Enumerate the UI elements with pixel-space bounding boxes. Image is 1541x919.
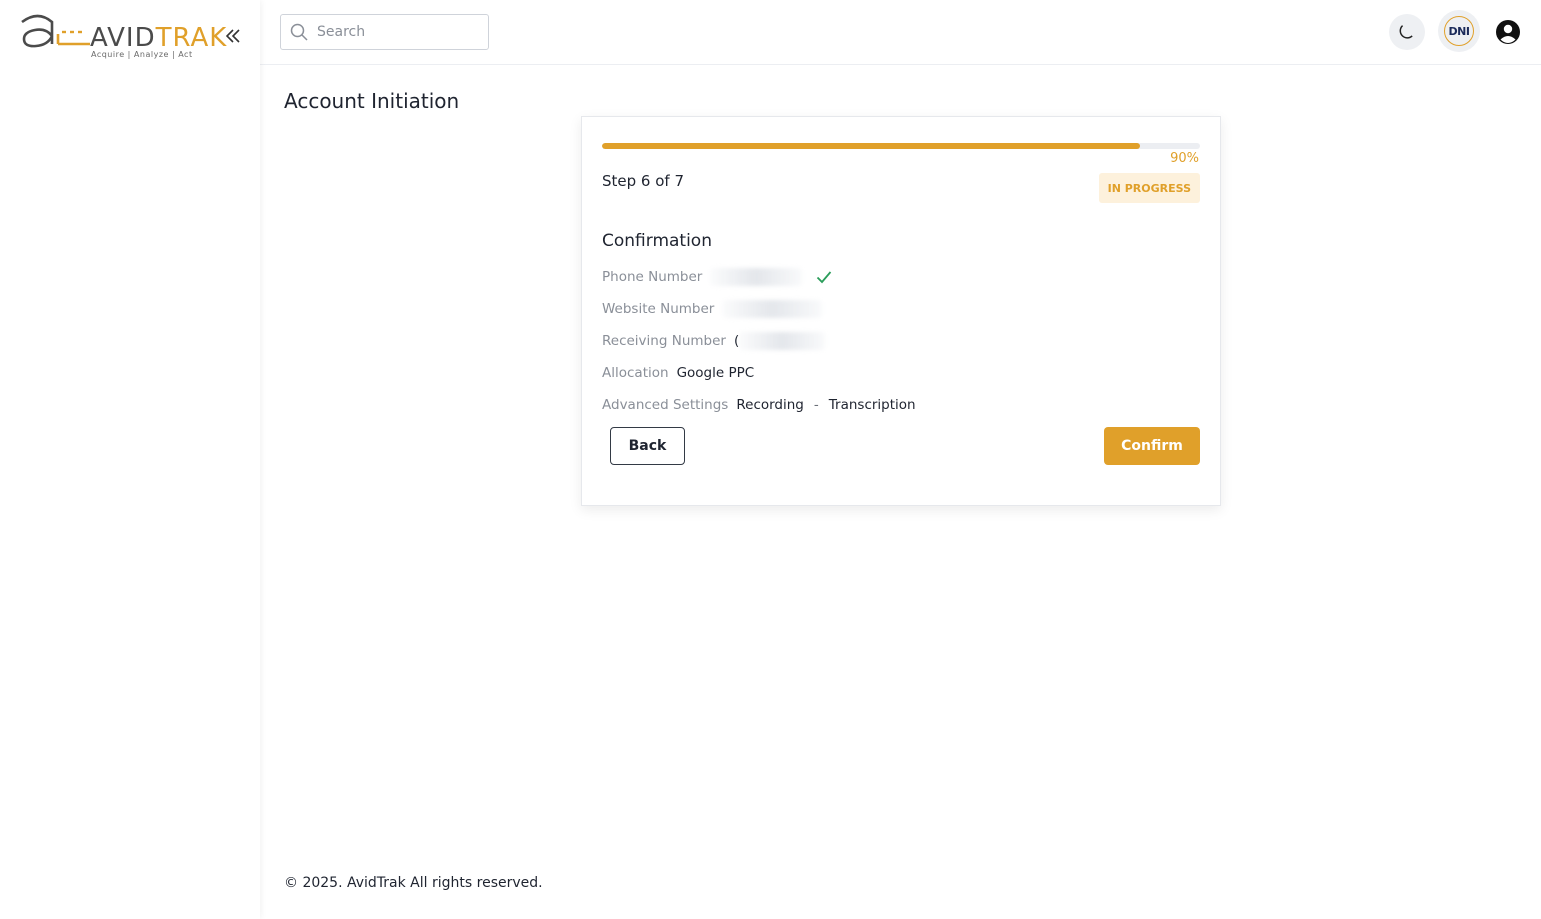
logo-word-trak: TRAK [155, 23, 228, 53]
allocation-row: Allocation Google PPC [602, 363, 754, 383]
phone-number-row: Phone Number [602, 267, 832, 287]
allocation-label: Allocation [602, 365, 669, 381]
logo-word-avid: AVID [90, 23, 156, 53]
website-number-row: Website Number [602, 299, 823, 319]
avidtrak-logo[interactable]: AVIDTRAK Acquire | Analyze | Act [18, 12, 226, 62]
confirm-button[interactable]: Confirm [1104, 427, 1200, 465]
dni-button[interactable]: DNI [1438, 10, 1480, 52]
receiving-number-row: Receiving Number ( [602, 331, 826, 351]
website-number-label: Website Number [602, 301, 715, 317]
advanced-settings-separator: - [813, 397, 819, 413]
theme-toggle-button[interactable] [1389, 14, 1425, 50]
search-icon [290, 23, 308, 41]
check-icon [817, 271, 832, 284]
collapse-sidebar-button[interactable] [222, 24, 244, 50]
user-profile-button[interactable] [1490, 14, 1526, 50]
advanced-setting-recording: Recording [736, 397, 804, 413]
receiving-number-value-redacted [739, 332, 826, 350]
section-title: Confirmation [602, 231, 712, 251]
progress-bar-fill [602, 143, 1141, 149]
advanced-settings-row: Advanced Settings Recording - Transcript… [602, 395, 916, 415]
step-indicator: Step 6 of 7 [602, 172, 685, 190]
advanced-settings-label: Advanced Settings [602, 397, 729, 413]
search-input[interactable] [315, 15, 485, 49]
user-circle-icon [1496, 20, 1520, 44]
progress-percent: 90% [1170, 151, 1199, 166]
phone-number-label: Phone Number [602, 269, 703, 285]
website-number-value-redacted [722, 300, 823, 318]
top-header: DNI [260, 0, 1541, 65]
moon-icon [1399, 25, 1413, 39]
search-box[interactable] [280, 14, 489, 50]
logo-mark-icon [21, 14, 90, 48]
allocation-value: Google PPC [676, 365, 755, 381]
chevron-double-left-icon [225, 28, 240, 43]
footer-copyright: © 2025. AvidTrak All rights reserved. [284, 875, 543, 891]
back-button[interactable]: Back [610, 427, 685, 465]
advanced-setting-transcription: Transcription [828, 397, 916, 413]
dni-badge: DNI [1444, 16, 1474, 46]
phone-number-value-redacted [710, 268, 803, 286]
account-initiation-wizard: 90% Step 6 of 7 IN PROGRESS Confirmation… [581, 116, 1221, 506]
status-badge: IN PROGRESS [1098, 173, 1200, 203]
logo-tagline: Acquire | Analyze | Act [91, 50, 193, 59]
logo-wordmark: AVIDTRAK [90, 24, 227, 52]
receiving-number-label: Receiving Number [602, 333, 726, 349]
progress-bar [602, 143, 1200, 149]
page-title: Account Initiation [284, 89, 460, 113]
sidebar: AVIDTRAK Acquire | Analyze | Act [0, 0, 260, 919]
